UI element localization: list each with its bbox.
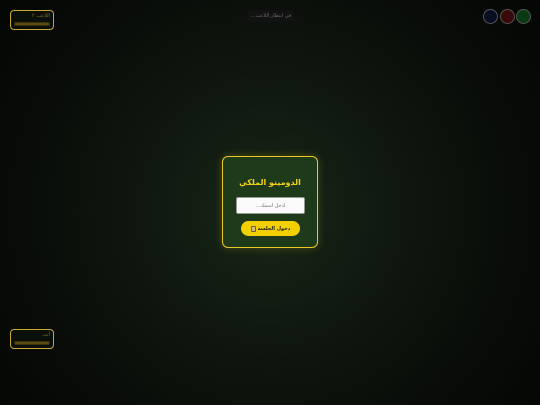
local-player-name: أنت — [42, 332, 50, 338]
local-tiles-bar — [14, 341, 50, 345]
player-name-input[interactable] — [236, 197, 305, 214]
enter-session-label: دخول الجلسة — [257, 225, 291, 232]
opponent-name: اللاعب ٢ — [31, 13, 50, 19]
opponent-player-card: اللاعب ٢ — [10, 10, 54, 30]
opponent-tiles-bar — [14, 22, 50, 26]
game-status-text: في انتظار اللاعب... — [248, 10, 294, 22]
login-panel: الدومينو الملكي دخول الجلسة — [222, 156, 318, 248]
green-circle-button[interactable] — [516, 9, 531, 24]
red-circle-button[interactable] — [500, 9, 515, 24]
local-player-card: أنت — [10, 329, 54, 349]
blue-circle-button[interactable] — [483, 9, 498, 24]
enter-session-button[interactable]: دخول الجلسة — [241, 221, 300, 236]
door-icon — [250, 225, 256, 232]
login-title: الدومينو الملكي — [239, 178, 301, 187]
